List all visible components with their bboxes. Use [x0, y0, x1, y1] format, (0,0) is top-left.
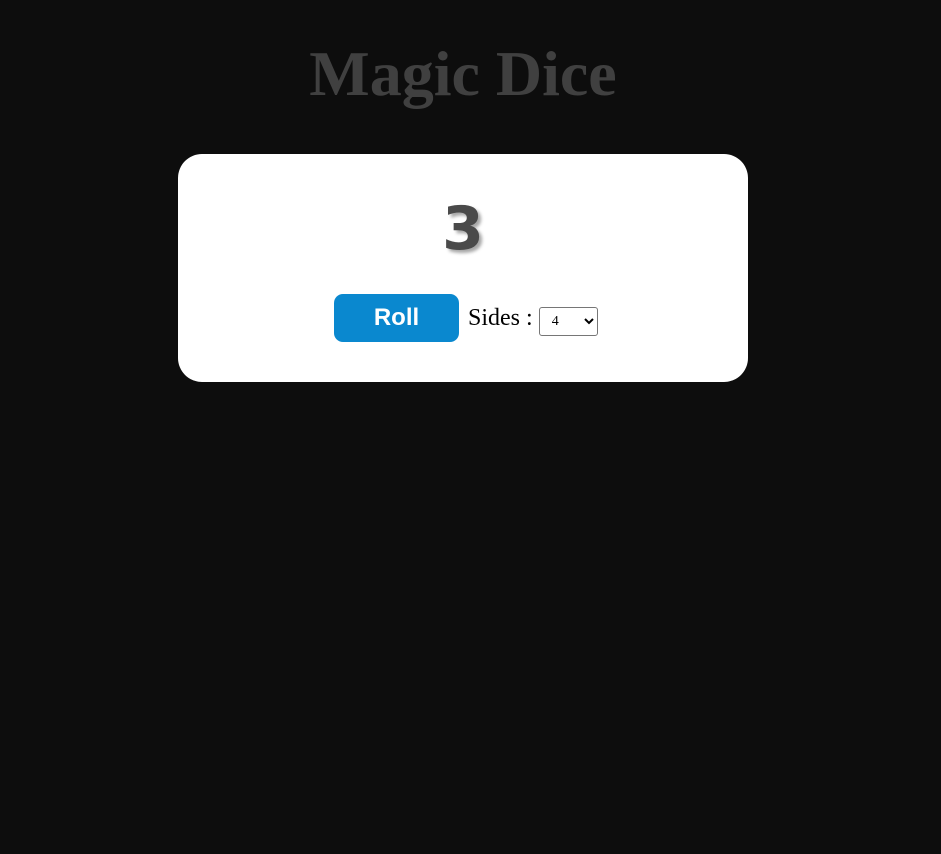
dice-card [178, 154, 748, 382]
page-title: Magic Dice [309, 38, 617, 109]
page: Magic Dice 3 Roll Sides : 4 [0, 0, 941, 854]
dice-result: 3 [442, 194, 484, 264]
sides-select[interactable]: 4 [538, 306, 598, 336]
dice-controls: Roll Sides : 4 [334, 294, 598, 342]
sides-label: Sides : [468, 304, 533, 331]
roll-button[interactable]: Roll [334, 294, 459, 342]
